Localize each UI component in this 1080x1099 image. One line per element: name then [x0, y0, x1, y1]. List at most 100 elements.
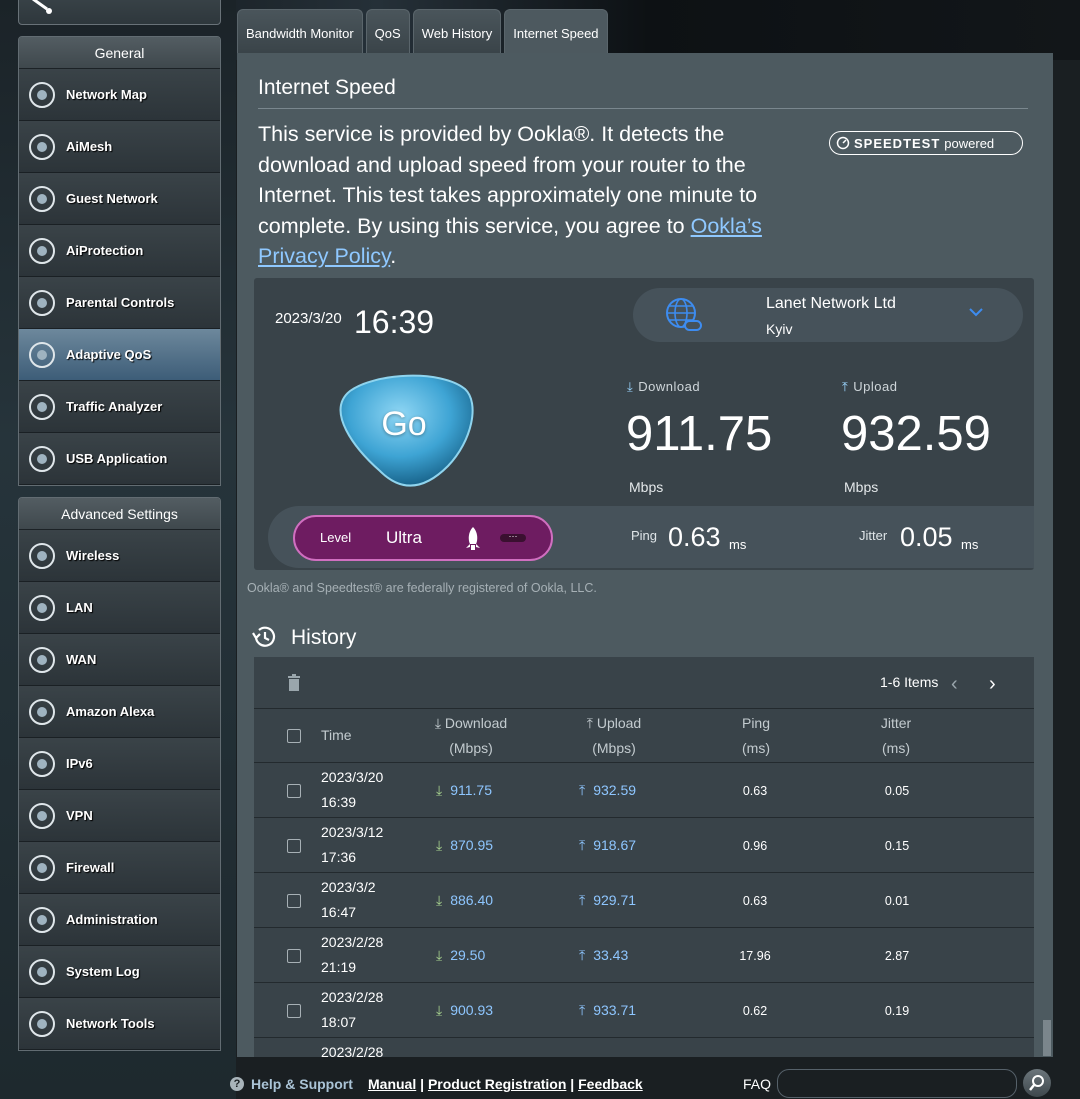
col-ping-label: Ping: [741, 715, 771, 731]
sidebar-item-adaptive-qos[interactable]: Adaptive QoS: [19, 329, 220, 381]
isp-selector[interactable]: Lanet Network Ltd Kyiv: [633, 288, 1023, 342]
level-label: Level: [320, 530, 352, 545]
sidebar-item-amazon-alexa[interactable]: Amazon Alexa: [19, 686, 220, 738]
faq-search-input[interactable]: [777, 1069, 1017, 1098]
download-arrow-icon: ⤓: [436, 782, 443, 798]
col-download-label: Download: [444, 715, 508, 731]
row-jitter: 0.01: [884, 894, 910, 908]
sidebar-item-aiprotection[interactable]: AiProtection: [19, 225, 220, 277]
speedtest-gauge-icon: [836, 136, 850, 150]
more-icon[interactable]: ···: [500, 532, 526, 542]
col-download-arrow-icon: ⤓: [434, 715, 445, 731]
globe-link-icon: [666, 298, 702, 331]
download-arrow-icon: ⤓: [436, 947, 443, 963]
col-upload-label: Upload: [596, 715, 642, 731]
row-time: 2023/2/28 21:19: [321, 930, 383, 980]
row-time: 2023/2/28: [321, 1040, 383, 1057]
intro-end: .: [390, 244, 397, 268]
sidebar-item-label: Firewall: [66, 860, 115, 875]
feedback-link[interactable]: Feedback: [578, 1076, 643, 1092]
quick-setup-stub[interactable]: [18, 0, 221, 25]
table-divider: [254, 1037, 1034, 1038]
row-checkbox[interactable]: [287, 839, 301, 853]
table-divider: [254, 708, 1034, 709]
history-table: 1-6 Items ‹ › Time ⤓ Download (Mbps) ⤒ Up…: [254, 657, 1034, 1057]
sidebar-item-label: Administration: [66, 912, 158, 927]
go-button[interactable]: Go: [330, 371, 478, 491]
row-download-value: 900.93: [450, 1002, 494, 1018]
lan-icon: [26, 592, 58, 624]
sidebar-item-ipv6[interactable]: IPv6: [19, 738, 220, 790]
tab-bandwidth-monitor[interactable]: Bandwidth Monitor: [237, 9, 363, 53]
upload-arrow-icon: ⤒: [579, 892, 586, 908]
guest-network-icon: [26, 183, 58, 215]
sidebar-item-wireless[interactable]: Wireless: [19, 530, 220, 582]
upload-unit: Mbps: [844, 479, 879, 495]
help-support-link[interactable]: Help & Support: [251, 1076, 353, 1092]
row-upload: ⤒ 929.71: [579, 892, 636, 909]
tab-web-history[interactable]: Web History: [412, 9, 502, 53]
tab-internet-speed[interactable]: Internet Speed: [504, 9, 608, 53]
wizard-icon: [32, 0, 52, 14]
sidebar-item-system-log[interactable]: System Log: [19, 946, 220, 998]
level-selector[interactable]: Level Ultra ···: [293, 515, 553, 561]
sidebar-item-network-tools[interactable]: Network Tools: [19, 998, 220, 1050]
search-icon: [1029, 1075, 1044, 1091]
row-upload-value: 33.43: [593, 947, 629, 963]
sidebar-item-label: Traffic Analyzer: [66, 399, 163, 414]
usb-application-icon: [26, 443, 58, 475]
level-value: Ultra: [386, 528, 422, 547]
manual-link[interactable]: Manual: [368, 1076, 416, 1092]
row-checkbox[interactable]: [287, 949, 301, 963]
upload-label: Upload: [853, 379, 898, 394]
sidebar-item-wan[interactable]: WAN: [19, 634, 220, 686]
sidebar-item-vpn[interactable]: VPN: [19, 790, 220, 842]
sidebar-item-firewall[interactable]: Firewall: [19, 842, 220, 894]
sidebar-item-parental-controls[interactable]: Parental Controls: [19, 277, 220, 329]
scrollbar-thumb[interactable]: [1043, 1020, 1051, 1056]
isp-name: Lanet Network Ltd: [766, 295, 896, 312]
col-upload: ⤒ Upload (Mbps): [574, 711, 654, 761]
tab-qos[interactable]: QoS: [365, 9, 410, 53]
title-divider: [258, 108, 1028, 109]
row-checkbox[interactable]: [287, 1004, 301, 1018]
sidebar-item-guest-network[interactable]: Guest Network: [19, 173, 220, 225]
table-divider: [254, 982, 1034, 983]
row-ping: 0.62: [742, 1004, 768, 1018]
sidebar-item-traffic-analyzer[interactable]: Traffic Analyzer: [19, 381, 220, 433]
upload-arrow-icon: ⤒: [579, 837, 586, 853]
faq-search-button[interactable]: [1023, 1069, 1051, 1097]
sidebar-item-lan[interactable]: LAN: [19, 582, 220, 634]
administration-icon: [26, 904, 58, 936]
jitter-label: Jitter: [859, 528, 888, 543]
select-all-checkbox[interactable]: [287, 729, 301, 743]
pager-count: 1-6 Items: [880, 674, 939, 690]
row-download: ⤓ 29.50: [436, 947, 485, 964]
sidebar-item-label: Parental Controls: [66, 295, 175, 310]
row-checkbox[interactable]: [287, 894, 301, 908]
menu-header-general: General: [19, 37, 220, 69]
row-upload: ⤒ 918.67: [579, 837, 636, 854]
row-time: 2023/2/28 18:07: [321, 985, 383, 1035]
product-registration-link[interactable]: Product Registration: [428, 1076, 566, 1092]
sidebar-item-network-map[interactable]: Network Map: [19, 69, 220, 121]
sidebar-item-label: USB Application: [66, 451, 168, 466]
row-checkbox[interactable]: [287, 784, 301, 798]
upload-arrow-icon: ⤒: [842, 379, 849, 394]
prev-page-icon[interactable]: ‹: [951, 673, 958, 696]
speed-card: 2023/3/20 16:39 Lanet Network Ltd Kyiv G…: [254, 278, 1034, 570]
row-upload: ⤒ 933.71: [579, 1002, 636, 1019]
upload-value: 932.59: [841, 407, 991, 461]
row-ping: 17.96: [739, 949, 771, 963]
sidebar-item-administration[interactable]: Administration: [19, 894, 220, 946]
row-clock: 16:47: [321, 904, 357, 920]
sidebar-item-usb-application[interactable]: USB Application: [19, 433, 220, 485]
trash-icon[interactable]: [287, 674, 301, 692]
main-panel: Internet Speed This service is provided …: [237, 53, 1053, 1057]
sidebar-item-aimesh[interactable]: AiMesh: [19, 121, 220, 173]
row-ping: 0.63: [742, 894, 768, 908]
upload-arrow-icon: ⤒: [579, 947, 586, 963]
aimesh-icon: [26, 131, 58, 163]
upload-arrow-icon: ⤒: [579, 782, 586, 798]
next-page-icon[interactable]: ›: [989, 673, 996, 696]
